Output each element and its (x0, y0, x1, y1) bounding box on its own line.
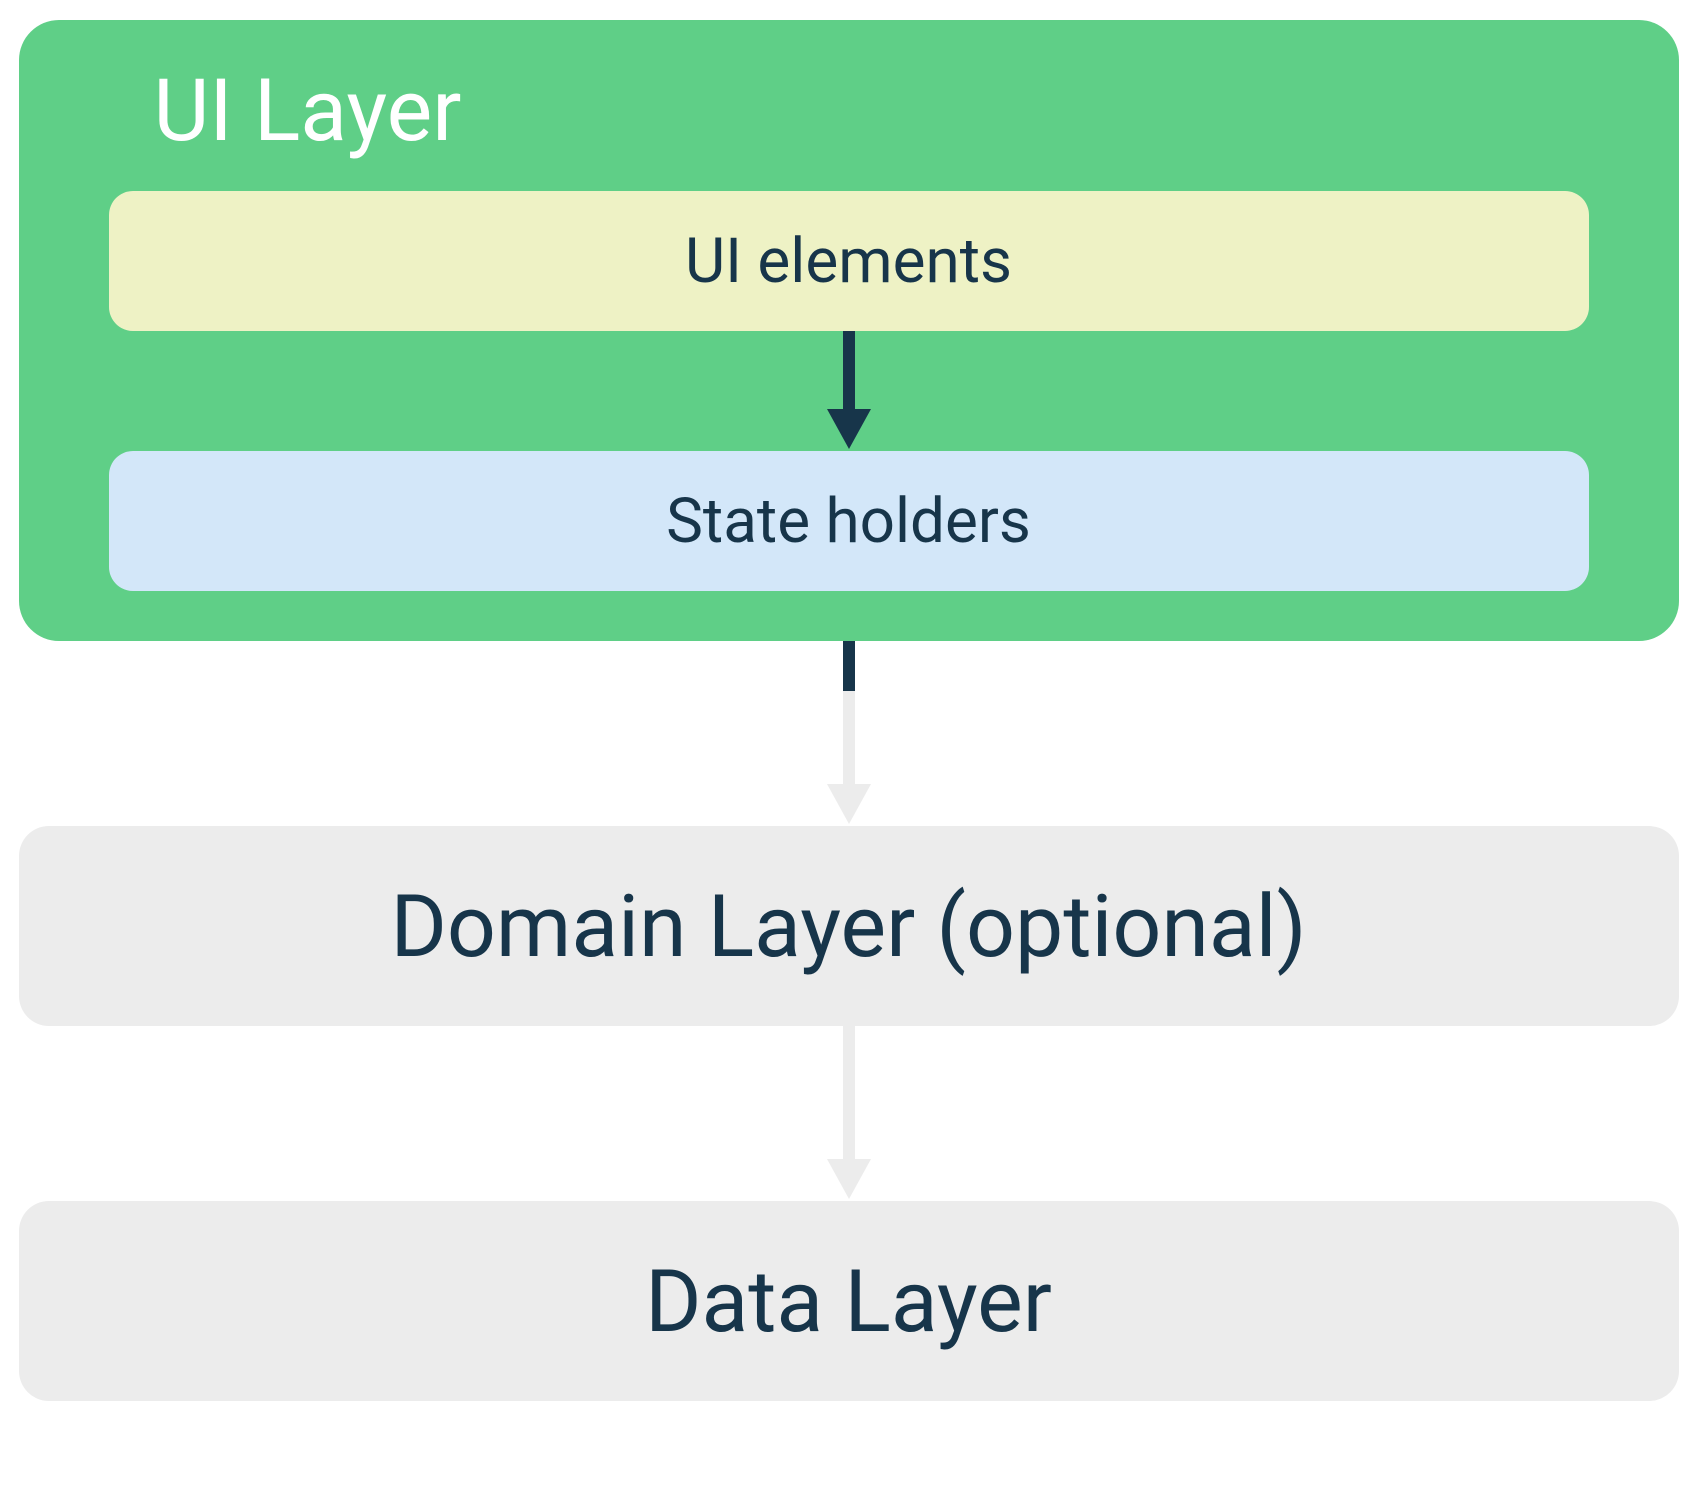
arrow-down-icon (819, 641, 879, 826)
ui-layer-title: UI Layer (154, 60, 1589, 161)
data-layer-box: Data Layer (19, 1201, 1679, 1401)
arrow-ui-to-state (109, 331, 1589, 451)
arrow-domain-to-data (819, 1026, 879, 1201)
arrow-down-icon (819, 1026, 879, 1201)
domain-layer-box: Domain Layer (optional) (19, 826, 1679, 1026)
ui-layer-container: UI Layer UI elements State holders (19, 20, 1679, 641)
state-holders-box: State holders (109, 451, 1589, 591)
arrow-state-to-domain (819, 641, 879, 826)
arrow-down-icon (819, 331, 879, 451)
ui-elements-box: UI elements (109, 191, 1589, 331)
